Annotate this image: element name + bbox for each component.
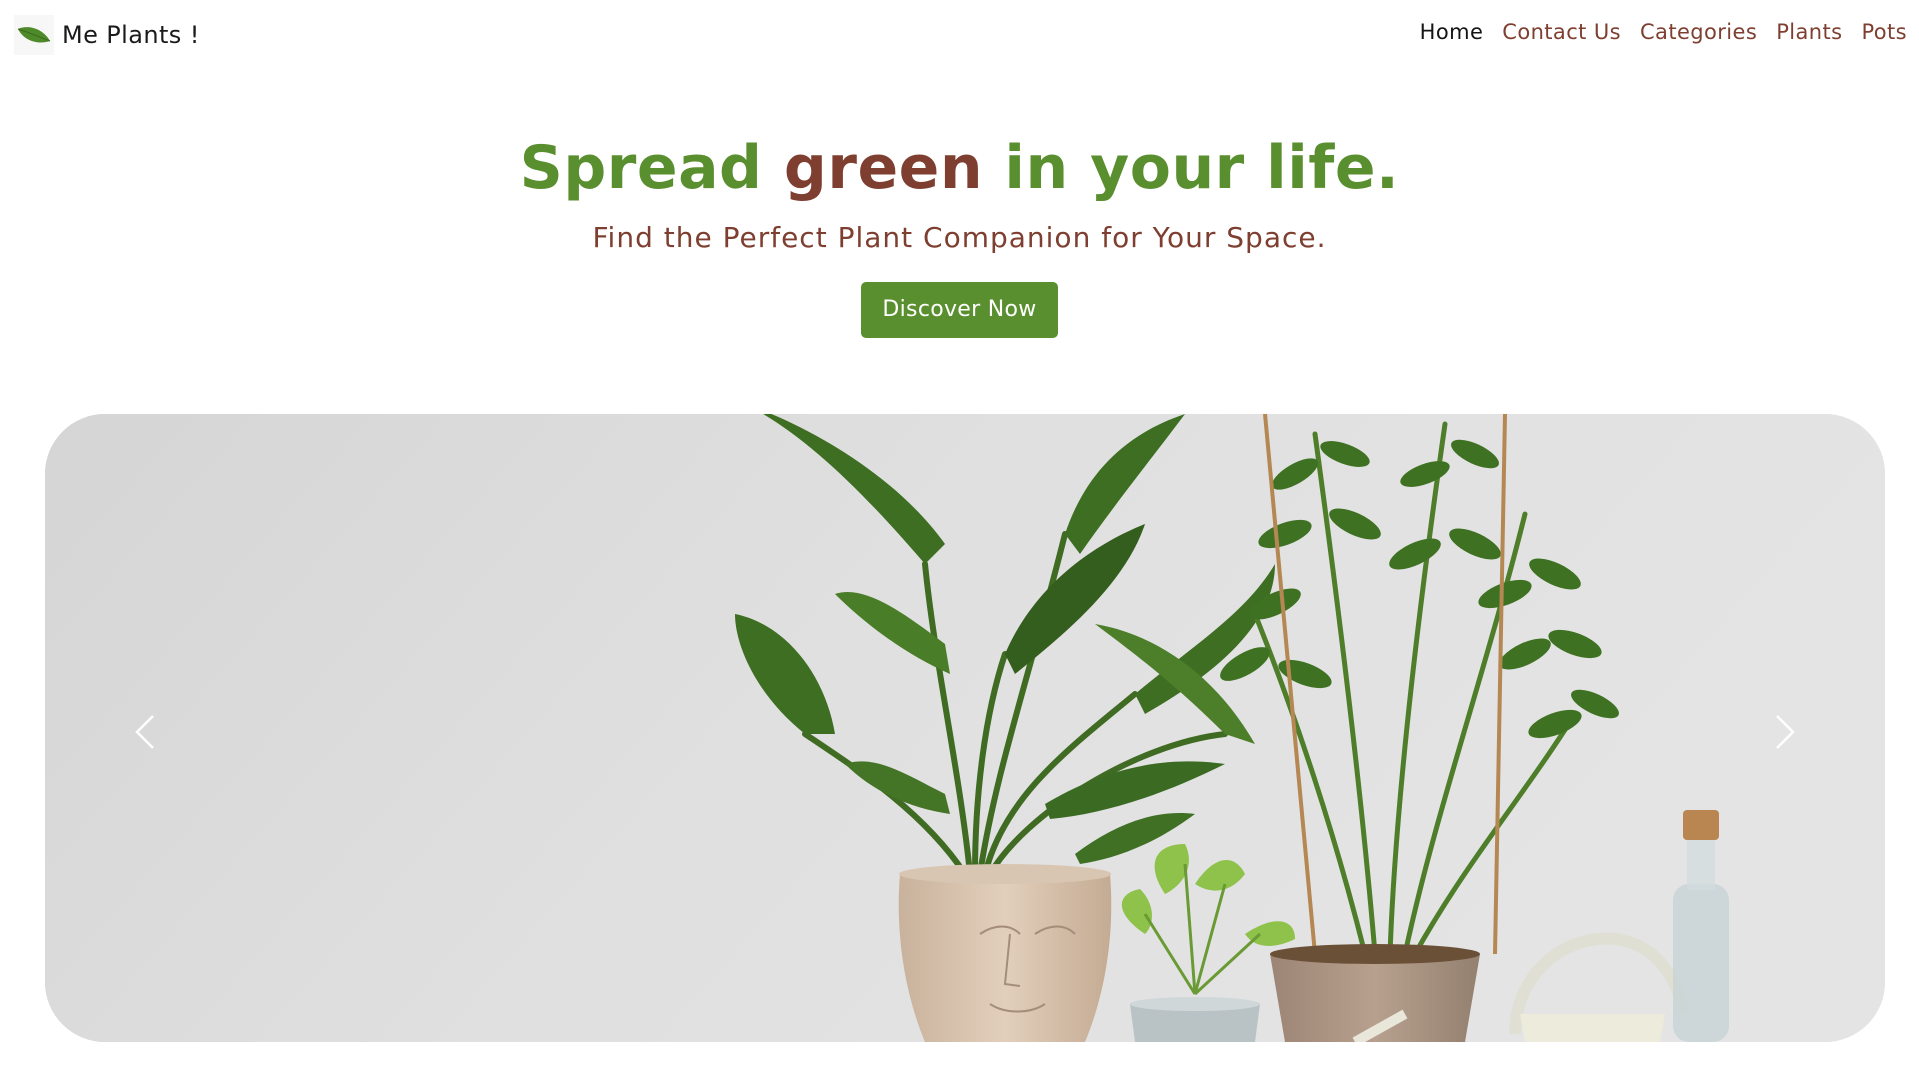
- carousel-prev-button[interactable]: [115, 684, 175, 784]
- leaf-icon: [14, 15, 54, 55]
- nav-item-contact-us: Contact Us: [1502, 20, 1621, 44]
- nav-item-plants: Plants: [1776, 20, 1842, 44]
- nav-link-pots[interactable]: Pots: [1861, 20, 1907, 44]
- plants-photo: [45, 414, 1885, 1042]
- nav-link-contact-us[interactable]: Contact Us: [1502, 20, 1621, 44]
- carousel-next-button[interactable]: [1755, 684, 1815, 784]
- navbar: Me Plants ! Home Contact Us Categories P…: [0, 0, 1919, 70]
- hero-subtitle: Find the Perfect Plant Companion for You…: [592, 221, 1327, 254]
- hero-title: Spread green in your life.: [0, 120, 1919, 216]
- chevron-right-icon: [1773, 712, 1797, 757]
- hero-title-start: Spread: [519, 133, 784, 203]
- nav-item-home: Home: [1420, 20, 1484, 44]
- chevron-left-icon: [133, 712, 157, 757]
- nav-item-categories: Categories: [1640, 20, 1757, 44]
- hero-section: Spread green in your life. Find the Perf…: [0, 120, 1919, 338]
- hero-title-end: in your life.: [983, 133, 1400, 203]
- nav-link-categories[interactable]: Categories: [1640, 20, 1757, 44]
- nav-link-home[interactable]: Home: [1420, 20, 1484, 44]
- discover-now-button[interactable]: Discover Now: [861, 282, 1058, 338]
- hero-title-accent: green: [783, 133, 984, 203]
- brand-link[interactable]: Me Plants !: [14, 14, 200, 56]
- nav-menu: Home Contact Us Categories Plants Pots: [1420, 20, 1907, 44]
- nav-link-plants[interactable]: Plants: [1776, 20, 1842, 44]
- hero-carousel[interactable]: [45, 414, 1885, 1042]
- brand-name: Me Plants !: [62, 21, 200, 49]
- nav-item-pots: Pots: [1861, 20, 1907, 44]
